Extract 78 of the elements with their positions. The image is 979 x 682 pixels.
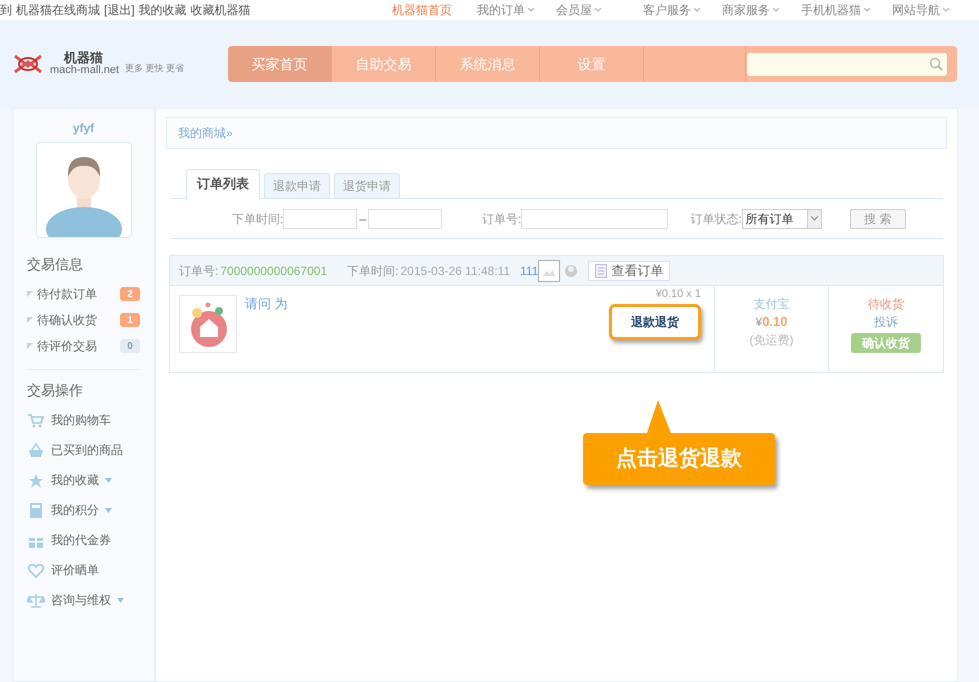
currency-symbol: ¥ [756,314,762,331]
caret-icon [105,508,112,512]
chevron-icon [694,8,700,12]
chevron-icon [528,8,534,12]
sidebar-link[interactable]: 待评价交易 [37,337,120,355]
top-nav-link[interactable]: 客户服务 [643,1,691,19]
order-time-label: 下单时间: [347,262,398,280]
cat-logo-icon [12,53,44,75]
bullet-icon [27,317,33,323]
top-nav-link[interactable]: 我的订单 [477,1,525,19]
sidebar-link[interactable]: 我的收藏 [51,471,99,489]
search-field[interactable] [747,52,947,76]
count-badge: 0 [120,339,140,353]
chevron-icon [864,8,870,12]
heart-icon [27,562,45,578]
top-nav-link[interactable]: 机器猫首页 [392,1,452,19]
username: yfyf [72,120,94,137]
order-number-label: 订单号: [179,262,218,280]
filter-label: 下单时间: [232,210,284,228]
payment-method: 支付宝 [754,296,790,313]
order-number-field[interactable] [521,208,668,228]
refund-return-button[interactable]: 退款退货 [609,304,701,340]
top-link[interactable]: 到 [0,1,12,19]
gift-icon [27,532,45,548]
section-title: 交易操作 [27,381,84,400]
ball-icon [564,264,578,278]
caret-icon [117,598,124,602]
order-number: 7000000000067001 [220,262,328,280]
order-extra: 111 [520,262,538,280]
chevron-icon [595,8,601,12]
status-select[interactable]: 所有订单 [742,208,822,228]
range-dash: – [359,210,366,228]
chevron-icon [943,8,949,12]
sidebar-link[interactable]: 我的代金券 [51,531,111,549]
top-nav-link[interactable]: 商家服务 [722,1,770,19]
count-badge: 1 [120,313,140,327]
logo-slogan: 更多 更快 更省 [125,62,184,76]
calculator-icon [27,502,45,518]
order-status: 待收货 [868,296,904,313]
date-field[interactable] [283,208,358,228]
top-link[interactable]: 机器猫在线商城 [16,1,100,19]
price-quantity: ¥0.10 x 1 [656,289,701,300]
caret-icon [105,478,112,482]
filter-label: 订单状态: [690,210,742,228]
top-nav-link[interactable]: 手机机器猫 [801,1,861,19]
order-time: 2015-03-26 11:48:11 [400,262,510,280]
chevron-icon [773,8,779,12]
top-nav-link[interactable]: 会员屋 [556,1,592,19]
top-link[interactable]: [退出] [104,1,135,19]
logo-name: 机器猫 [62,52,104,64]
star-icon [27,472,45,488]
sidebar-link[interactable]: 评价晒单 [51,561,99,579]
image-icon [538,260,560,282]
date-field[interactable] [368,208,442,228]
logo-domain: mach-mall.net [50,64,120,76]
tab[interactable]: 订单列表 [186,169,260,199]
top-link[interactable]: 收藏机器猫 [190,1,251,19]
sidebar-link[interactable]: 待确认收货 [37,311,120,329]
bullet-icon [27,343,33,349]
top-link[interactable]: 我的收藏 [138,1,187,19]
sidebar-link[interactable]: 我的积分 [51,501,99,519]
order-amount: 0.10 [762,313,788,331]
sidebar-link[interactable]: 已买到的商品 [51,441,123,459]
sidebar-link[interactable]: 咨询与维权 [51,591,111,609]
section-title: 交易信息 [27,255,84,274]
view-order-button[interactable]: 查看订单 [588,260,670,280]
scale-icon [27,592,45,608]
top-nav-link[interactable]: 网站导航 [892,1,940,19]
bullet-icon [27,291,33,297]
filter-label: 订单号: [482,210,522,228]
sidebar-link[interactable]: 我的购物车 [51,411,111,429]
shipping-note: (免运费) [750,332,794,349]
document-icon [595,264,608,278]
sidebar-link[interactable]: 待付款订单 [37,285,120,303]
count-badge: 2 [120,287,140,301]
search-icon [929,57,943,71]
basket-icon [27,442,45,458]
cart-icon [27,412,45,428]
